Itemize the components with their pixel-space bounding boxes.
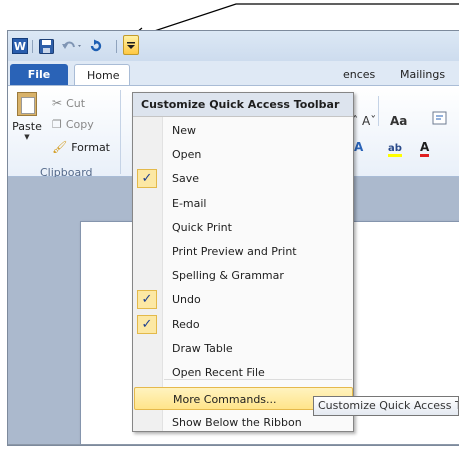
menu-item-new[interactable]: New: [134, 119, 353, 142]
clear-formatting-icon[interactable]: [432, 110, 448, 129]
clipboard-icon: [17, 92, 37, 116]
menu-item-quick-print[interactable]: Quick Print: [134, 216, 353, 239]
cut-label: Cut: [66, 96, 86, 110]
menu-item-spelling-grammar[interactable]: Spelling & Grammar: [134, 264, 353, 287]
checkmark-icon: ✓: [137, 314, 157, 334]
menu-item-label: Redo: [172, 317, 200, 331]
redo-icon[interactable]: [88, 37, 104, 55]
quick-access-toolbar: W: [8, 31, 459, 61]
copy-label: Copy: [65, 118, 94, 131]
menu-item-label: New: [172, 124, 196, 137]
menu-item-label: More Commands...: [173, 393, 277, 407]
checkmark-icon: ✓: [137, 290, 157, 310]
menu-item-label: Open Recent File: [172, 366, 265, 379]
cut-button[interactable]: ✂ Cut: [52, 96, 85, 110]
menu-item-draw-table[interactable]: Draw Table: [134, 337, 353, 360]
menu-item-undo[interactable]: ✓ Undo: [134, 288, 353, 311]
chevron-down-icon[interactable]: ▼: [12, 133, 42, 141]
tab-home[interactable]: Home: [74, 64, 130, 85]
menu-item-open[interactable]: Open: [134, 143, 353, 166]
customize-qat-menu: Customize Quick Access Toolbar New Open ✓ S…: [132, 92, 354, 432]
paste-button[interactable]: Paste ▼: [12, 92, 42, 141]
menu-item-label: Draw Table: [172, 341, 233, 355]
menu-item-save[interactable]: ✓ Save: [134, 167, 353, 190]
group-divider: [120, 90, 121, 174]
format-painter-icon: 🖌: [52, 140, 68, 154]
menu-item-print-preview-and-print[interactable]: Print Preview and Print: [134, 240, 353, 263]
menu-item-label: Print Preview and Print: [172, 245, 297, 258]
tab-references[interactable]: ences: [343, 64, 375, 85]
copy-button[interactable]: ❐ Copy: [52, 118, 94, 131]
undo-icon[interactable]: [60, 37, 84, 55]
format-label: Format: [71, 140, 110, 154]
menu-separator: [164, 379, 352, 380]
menu-item-e-mail[interactable]: E-mail: [134, 192, 353, 215]
menu-item-label: Spelling & Grammar: [172, 269, 284, 283]
copy-icon: ❐: [52, 118, 62, 131]
format-painter-button[interactable]: 🖌 Format: [52, 140, 110, 154]
customize-dropdown-icon: [127, 42, 135, 49]
word-window: W File Home ences Mailings Paste ▼ ✂ Cut…: [7, 30, 459, 446]
menu-item-label: Save: [172, 172, 200, 186]
menu-header: Customize Quick Access Toolbar: [133, 93, 353, 117]
save-icon[interactable]: [38, 37, 54, 55]
menu-item-open-recent-file[interactable]: Open Recent File: [134, 361, 353, 384]
checkmark-icon: ✓: [137, 169, 157, 189]
ribbon-tabs: File Home ences Mailings: [8, 61, 459, 85]
font-color-icon[interactable]: A: [420, 140, 430, 157]
tab-file[interactable]: File: [10, 64, 68, 85]
qat-separator: [32, 40, 33, 53]
group-divider: [378, 96, 379, 126]
menu-item-label: Show Below the Ribbon: [172, 416, 302, 430]
highlight-icon[interactable]: ab: [388, 140, 402, 157]
menu-item-label: Undo: [172, 293, 201, 307]
menu-item-label: Open: [172, 148, 202, 162]
change-case-button[interactable]: Aa: [390, 114, 407, 128]
tab-mailings[interactable]: Mailings: [400, 64, 445, 85]
menu-item-redo[interactable]: ✓ Redo: [134, 313, 353, 336]
menu-item-label: E-mail: [172, 196, 207, 210]
customize-quick-access-toolbar-button[interactable]: [123, 35, 139, 55]
menu-item-label: Quick Print: [172, 220, 232, 234]
word-icon[interactable]: W: [12, 38, 28, 54]
scissors-icon: ✂: [52, 96, 63, 110]
window-bottom-edge: [8, 444, 459, 445]
tooltip: Customize Quick Access Toolbar: [313, 396, 459, 416]
paste-label: Paste: [12, 120, 42, 133]
qat-separator: [116, 40, 117, 53]
text-effects-icon[interactable]: A: [354, 140, 363, 154]
